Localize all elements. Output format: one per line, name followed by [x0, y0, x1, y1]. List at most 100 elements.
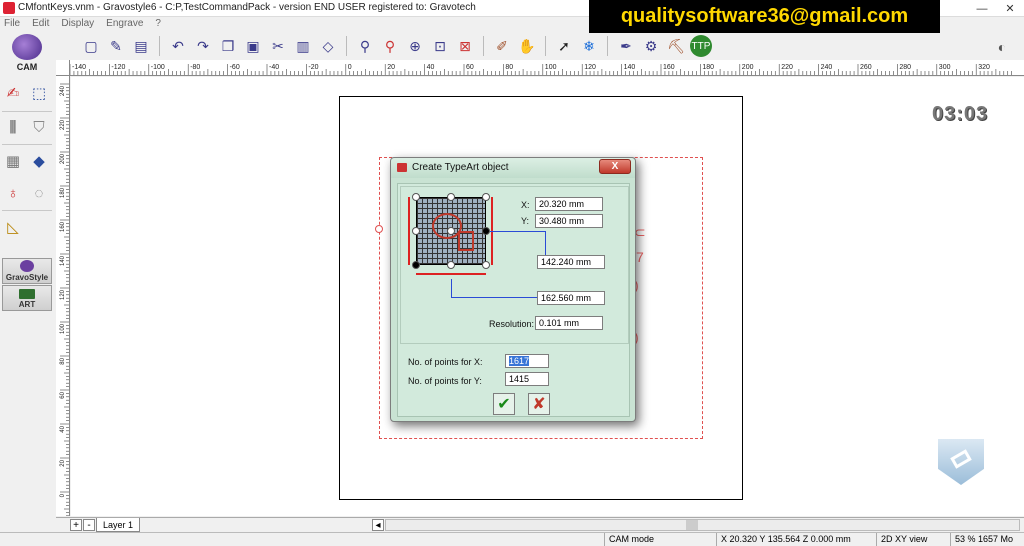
ttp-icon[interactable]: TTP	[690, 35, 712, 57]
art-icon	[19, 289, 35, 299]
save-icon[interactable]: ▤	[130, 35, 152, 57]
engrave-icon[interactable]: ⛏	[665, 35, 687, 57]
status-view: 2D XY view	[876, 533, 950, 546]
left-toolbar: ✍ ⬚ ⫼ ⛉ ▦ ◆ ♁ ◌ ◺ GravoStyle ART	[0, 74, 54, 530]
cut-icon[interactable]: ✂	[267, 35, 289, 57]
tool-icon[interactable]: ✒	[615, 35, 637, 57]
left-separator	[2, 210, 52, 211]
gravotech-swirl-icon	[12, 34, 42, 60]
anchor-top-center[interactable]	[447, 193, 455, 201]
zoom-fit-icon[interactable]: ⊕	[404, 35, 426, 57]
zoom-selection-icon[interactable]: ⊠	[454, 35, 476, 57]
ruler-label: 320	[978, 64, 990, 71]
text-tool-icon[interactable]: ✍	[2, 82, 24, 104]
remove-layer-button[interactable]: -	[83, 519, 95, 531]
ruler-label: 120	[584, 64, 596, 71]
art-shape-fragment: 7	[636, 249, 644, 265]
layer-tab[interactable]: Layer 1	[96, 518, 140, 532]
ruler-label: 160	[60, 221, 66, 232]
anchor-middle-right[interactable]	[482, 227, 490, 235]
brush-icon[interactable]: ✐	[491, 35, 513, 57]
anchor-bottom-left[interactable]	[412, 261, 420, 269]
eraser-icon[interactable]: ◇	[317, 35, 339, 57]
ok-button[interactable]: ✔	[493, 393, 515, 415]
anchor-tool-icon[interactable]: ♁	[2, 182, 24, 204]
hand-icon[interactable]: ✋	[516, 35, 538, 57]
pencil-icon[interactable]: ✎	[105, 35, 127, 57]
scrollbar-thumb[interactable]	[686, 520, 698, 530]
dialog-title: Create TypeArt object	[412, 162, 509, 173]
snowflake-icon[interactable]: ❄	[578, 35, 600, 57]
ruler-label: 20	[60, 459, 66, 466]
new-page-icon[interactable]: ▢	[80, 35, 102, 57]
scroll-left-button[interactable]: ◂	[372, 519, 384, 531]
x-label: X:	[521, 200, 530, 210]
cancel-button[interactable]: ✘	[528, 393, 550, 415]
ruler-label: 220	[60, 119, 66, 130]
menu-file[interactable]: File	[4, 17, 20, 32]
points-x-value: 1617	[509, 356, 530, 366]
width-input[interactable]: 142.240 mm	[537, 255, 605, 269]
horizontal-ruler[interactable]: -140 -120 -100 -80 -60 -40 -20 0 20 40 60 80 100 120 1…	[70, 60, 1024, 76]
minimize-button[interactable]: —	[968, 0, 996, 17]
bitmap-tool-icon[interactable]: ▦	[2, 150, 24, 172]
undo-icon[interactable]: ↶	[167, 35, 189, 57]
shield-overlay-icon[interactable]	[938, 439, 984, 485]
ruler-label: -40	[269, 64, 279, 71]
anchor-center[interactable]	[447, 227, 455, 235]
resolution-input[interactable]: 0.101 mm	[535, 316, 603, 330]
height-input[interactable]: 162.560 mm	[537, 291, 605, 305]
x-input[interactable]: 20.320 mm	[535, 197, 603, 211]
left-separator	[2, 111, 52, 112]
menu-edit[interactable]: Edit	[32, 17, 49, 32]
menu-engrave[interactable]: Engrave	[106, 17, 143, 32]
clipboard-icon[interactable]: ▥	[292, 35, 314, 57]
zoom-red-icon[interactable]: ⚲	[379, 35, 401, 57]
points-x-input[interactable]: 1617	[505, 354, 549, 368]
menu-display[interactable]: Display	[61, 17, 94, 32]
y-input[interactable]: 30.480 mm	[535, 214, 603, 228]
ruler-label: 240	[821, 64, 833, 71]
anchor-top-right[interactable]	[482, 193, 490, 201]
cam-logo[interactable]: CAM	[6, 34, 48, 72]
machine-icon[interactable]: ⚙	[640, 35, 662, 57]
vertical-ruler[interactable]: 240 220 200 180 160 140 120 100 80 60 40 20 0	[56, 76, 70, 516]
anchor-bottom-right[interactable]	[482, 261, 490, 269]
shield-tool-icon[interactable]: ⛉	[28, 116, 50, 138]
window-title: CMfontKeys.vnm - Gravostyle6 - C:P,TestC…	[18, 2, 476, 13]
copy-icon[interactable]: ❐	[217, 35, 239, 57]
ruler-label: 40	[427, 64, 435, 71]
width-arrow	[416, 273, 486, 275]
anchor-middle-left[interactable]	[412, 227, 420, 235]
add-layer-button[interactable]: +	[70, 519, 82, 531]
select-arrow-icon[interactable]: ➚	[553, 35, 575, 57]
ruler-label: -100	[151, 64, 165, 71]
zoom-in-icon[interactable]: ⚲	[354, 35, 376, 57]
ruler-label: 200	[60, 153, 66, 164]
measure-tool-icon[interactable]: ◺	[2, 216, 24, 238]
status-bar: CAM mode X 20.320 Y 135.564 Z 0.000 mm 2…	[0, 532, 1024, 546]
horizontal-scrollbar[interactable]	[385, 519, 1020, 531]
art-mode-label: ART	[18, 300, 36, 309]
art-mode-button[interactable]: ART	[2, 285, 52, 311]
anchor-bottom-center[interactable]	[447, 261, 455, 269]
selection-rotate-handle[interactable]	[375, 225, 383, 233]
shapes-tool-icon[interactable]: ⬚	[28, 82, 50, 104]
rotate-tool-icon[interactable]: ◌	[28, 182, 50, 204]
tools-tool-icon[interactable]: ⫼	[2, 116, 24, 138]
points-x-label: No. of points for X:	[408, 357, 483, 367]
vector-tool-icon[interactable]: ◆	[28, 150, 50, 172]
ruler-label: 60	[466, 64, 474, 71]
redo-icon[interactable]: ↷	[192, 35, 214, 57]
help-pointer-icon[interactable]: ◐	[992, 37, 1012, 57]
gravostyle-mode-button[interactable]: GravoStyle	[2, 258, 52, 284]
zoom-page-icon[interactable]: ⊡	[429, 35, 451, 57]
menu-help[interactable]: ?	[155, 17, 161, 32]
close-window-button[interactable]: ✕	[996, 0, 1024, 17]
points-y-input[interactable]: 1415	[505, 372, 549, 386]
anchor-top-left[interactable]	[412, 193, 420, 201]
status-zoom: 53 % 1657 Mo	[950, 533, 1024, 546]
paste-icon[interactable]: ▣	[242, 35, 264, 57]
toolbar-separator	[159, 36, 160, 56]
dialog-close-button[interactable]: X	[599, 159, 631, 174]
